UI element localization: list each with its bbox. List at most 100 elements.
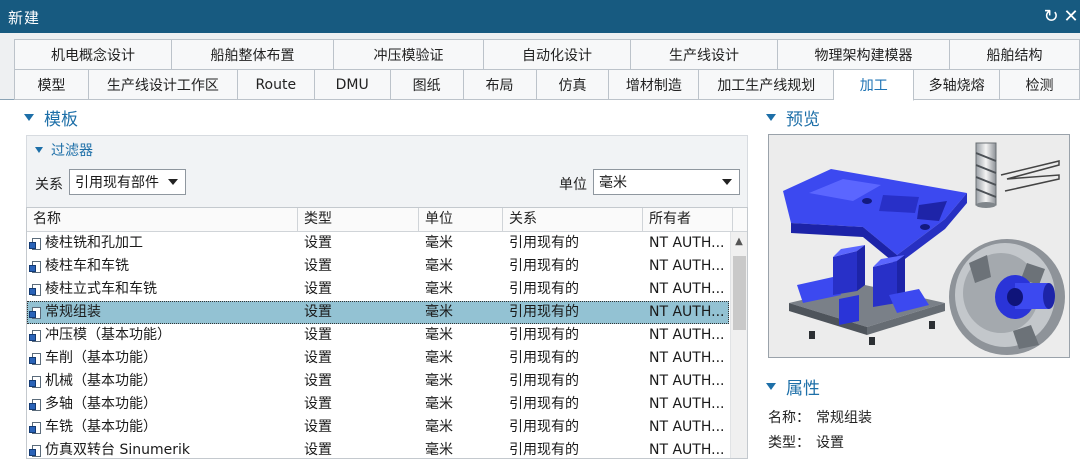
fixture-assembly-part (789, 245, 945, 345)
close-icon[interactable]: ✕ (1060, 4, 1080, 28)
table-header: 名称 类型 单位 关系 所有者 (27, 208, 747, 232)
relation-select-value: 引用现有部件 (75, 175, 159, 191)
lathe-chuck-part (949, 239, 1065, 355)
tab-tabs_row2-4[interactable]: 图纸 (390, 69, 464, 100)
relation-select[interactable]: 引用现有部件 (69, 169, 186, 195)
template-name: 车铣（基本功能） (45, 419, 157, 435)
table-row[interactable]: 车削（基本功能） 设置 毫米 引用现有的 NT AUTH... (27, 347, 729, 370)
template-name: 棱柱铣和孔加工 (45, 235, 143, 251)
part-file-icon (29, 306, 42, 320)
tab-tabs_row2-0[interactable]: 模型 (14, 69, 89, 100)
cell-name: 常规组装 (27, 301, 298, 324)
column-header-owner[interactable]: 所有者 (643, 208, 733, 232)
tab-tabs_row1-5[interactable]: 物理架构建模器 (778, 39, 950, 70)
template-name: 多轴（基本功能） (45, 396, 157, 412)
tab-tabs_row2-5[interactable]: 布局 (463, 69, 537, 100)
table-row[interactable]: 棱柱车和车铣 设置 毫米 引用现有的 NT AUTH... (27, 255, 729, 278)
cell-name: 棱柱立式车和车铣 (27, 278, 298, 301)
tab-tabs_row1-0[interactable]: 机电概念设计 (14, 39, 172, 70)
tab-tabs_row2-9[interactable]: 加工 (834, 69, 915, 101)
tab-tabs_row2-6[interactable]: 仿真 (536, 69, 610, 100)
cell-owner: NT AUTH... (649, 281, 725, 297)
cell-type: 设置 (304, 373, 332, 389)
cell-name: 多轴（基本功能） (27, 393, 298, 416)
scrollbar-thumb[interactable] (733, 256, 746, 330)
table-row[interactable]: 棱柱立式车和车铣 设置 毫米 引用现有的 NT AUTH... (27, 278, 729, 301)
part-file-icon (29, 260, 42, 274)
template-name: 仿真双转台 Sinumerik (45, 442, 190, 458)
window-title: 新建 (8, 9, 41, 27)
tab-tabs_row1-3[interactable]: 自动化设计 (484, 39, 631, 70)
unit-select-value: 毫米 (599, 175, 627, 191)
cell-name: 仿真双转台 Sinumerik (27, 439, 298, 458)
tab-tabs_row1-1[interactable]: 船舶整体布置 (172, 39, 334, 70)
cell-type: 设置 (304, 258, 332, 274)
cell-unit: 毫米 (425, 419, 453, 435)
cell-unit: 毫米 (425, 235, 453, 251)
cell-owner: NT AUTH... (649, 235, 725, 251)
scroll-up-icon[interactable]: ▲ (734, 237, 744, 247)
table-row[interactable]: 棱柱铣和孔加工 设置 毫米 引用现有的 NT AUTH... (27, 232, 729, 255)
table-row[interactable]: 冲压模（基本功能） 设置 毫米 引用现有的 NT AUTH... (27, 324, 729, 347)
cell-type: 设置 (304, 235, 332, 251)
column-header-name[interactable]: 名称 (27, 208, 298, 232)
cell-type: 设置 (304, 442, 332, 458)
milled-plate-part (783, 169, 967, 265)
tab-tabs_row2-8[interactable]: 加工生产线规划 (699, 69, 835, 100)
chevron-down-icon (168, 179, 178, 185)
cell-name: 车铣（基本功能） (27, 416, 298, 439)
cell-owner: NT AUTH... (649, 396, 725, 412)
preview-section-header[interactable]: 预览 (766, 105, 820, 130)
cell-unit: 毫米 (425, 350, 453, 366)
cell-unit: 毫米 (425, 373, 453, 389)
properties-section-header[interactable]: 属性 (766, 374, 820, 399)
tab-tabs_row2-1[interactable]: 生产线设计工作区 (88, 69, 238, 100)
cell-type: 设置 (304, 350, 332, 366)
column-header-relation[interactable]: 关系 (503, 208, 643, 232)
cell-name: 冲压模（基本功能） (27, 324, 298, 347)
part-file-icon (29, 329, 42, 343)
part-file-icon (29, 398, 42, 412)
cell-relation: 引用现有的 (509, 373, 579, 389)
column-header-unit[interactable]: 单位 (419, 208, 503, 232)
tab-row-top: 机电概念设计 船舶整体布置 冲压模验证 自动化设计 生产线设计 物理架构建模器 船舶结构 (14, 39, 1080, 72)
table-row[interactable]: 车铣（基本功能） 设置 毫米 引用现有的 NT AUTH... (27, 416, 729, 439)
filter-panel: 过滤器 关系 引用现有部件 单位 毫米 (26, 135, 748, 207)
properties-section-title: 属性 (786, 379, 820, 399)
reset-icon[interactable]: ↻ (1040, 4, 1062, 28)
tab-tabs_row2-3[interactable]: DMU (314, 69, 391, 100)
tab-tabs_row2-11[interactable]: 检测 (1000, 69, 1080, 100)
part-file-icon (29, 237, 42, 251)
cell-relation: 引用现有的 (509, 396, 579, 412)
template-section-header[interactable]: 模板 (24, 105, 78, 130)
collapse-triangle-icon (766, 383, 776, 390)
table-row[interactable]: 多轴（基本功能） 设置 毫米 引用现有的 NT AUTH... (27, 393, 729, 416)
preview-section-title: 预览 (786, 110, 820, 130)
property-name-label: 名称： (768, 410, 810, 426)
relation-label: 关系 (35, 177, 63, 193)
unit-select[interactable]: 毫米 (593, 169, 740, 195)
tab-tabs_row2-2[interactable]: Route (237, 69, 315, 100)
cell-relation: 引用现有的 (509, 350, 579, 366)
table-row[interactable]: 常规组装 设置 毫米 引用现有的 NT AUTH... (27, 301, 729, 324)
tab-tabs_row1-2[interactable]: 冲压模验证 (334, 39, 484, 70)
table-row[interactable]: 仿真双转台 Sinumerik 设置 毫米 引用现有的 NT AUTH... (27, 439, 729, 458)
template-name: 冲压模（基本功能） (45, 327, 171, 343)
cell-unit: 毫米 (425, 396, 453, 412)
cell-type: 设置 (304, 327, 332, 343)
cell-name: 机械（基本功能） (27, 370, 298, 393)
cell-relation: 引用现有的 (509, 442, 579, 458)
column-header-type[interactable]: 类型 (298, 208, 419, 232)
table-row[interactable]: 机械（基本功能） 设置 毫米 引用现有的 NT AUTH... (27, 370, 729, 393)
cell-type: 设置 (304, 304, 332, 320)
vertical-scrollbar[interactable]: ▲ (730, 232, 747, 458)
cell-name: 棱柱车和车铣 (27, 255, 298, 278)
cell-relation: 引用现有的 (509, 327, 579, 343)
cell-unit: 毫米 (425, 304, 453, 320)
tab-tabs_row1-4[interactable]: 生产线设计 (631, 39, 778, 70)
tab-tabs_row2-10[interactable]: 多轴烧熔 (914, 69, 1001, 100)
tab-tabs_row2-7[interactable]: 增材制造 (609, 69, 700, 100)
filter-header[interactable]: 过滤器 (35, 140, 93, 160)
tab-tabs_row1-6[interactable]: 船舶结构 (950, 39, 1080, 70)
part-file-icon (29, 421, 42, 435)
